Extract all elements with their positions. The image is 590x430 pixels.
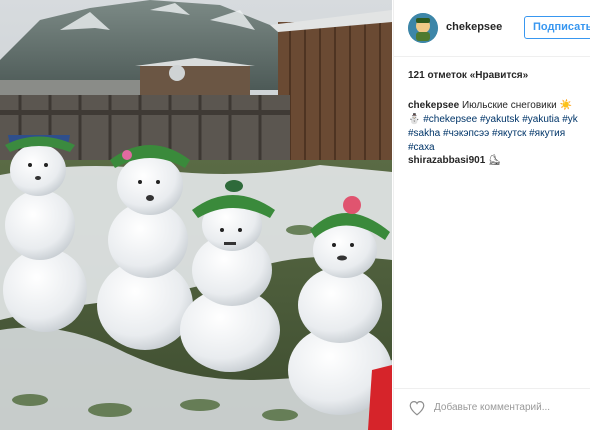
comment-footer bbox=[394, 388, 590, 430]
heart-outline-icon[interactable] bbox=[408, 399, 426, 417]
post-username[interactable]: chekepsee bbox=[446, 21, 502, 33]
likes-count[interactable]: 121 отметок «Нравится» bbox=[408, 70, 528, 81]
hashtag[interactable]: #якутия bbox=[529, 128, 565, 139]
hashtag[interactable]: #sakha bbox=[408, 128, 440, 139]
post-caption: chekepsee Июльские снеговики ☀️ ⛄ #cheke… bbox=[408, 99, 590, 155]
caption-username[interactable]: chekepsee bbox=[408, 100, 459, 111]
follow-button[interactable]: Подписаться bbox=[524, 16, 590, 39]
hashtag[interactable]: #yakutsk bbox=[480, 114, 519, 125]
hashtag[interactable]: #чэкэпсээ bbox=[443, 128, 489, 139]
hashtag[interactable]: #yakutia bbox=[522, 114, 559, 125]
post-photo[interactable] bbox=[0, 0, 392, 430]
post-sidebar: chekepsee Подписаться 121 отметок «Нрави… bbox=[393, 0, 590, 430]
snowman-emoji: ⛄ bbox=[408, 114, 421, 125]
comment-item: shirazabbasi901 ⛸ bbox=[408, 154, 590, 168]
profile-avatar[interactable] bbox=[408, 13, 438, 43]
skate-emoji: ⛸ bbox=[488, 155, 501, 166]
hashtag[interactable]: #якутск bbox=[492, 128, 526, 139]
avatar-icon bbox=[408, 13, 438, 43]
hashtag[interactable]: #chekepsee bbox=[423, 114, 477, 125]
snowmen-photo bbox=[0, 0, 392, 430]
post-header: chekepsee Подписаться bbox=[394, 0, 590, 57]
hashtag[interactable]: #yk bbox=[562, 114, 578, 125]
comment-input[interactable] bbox=[434, 402, 584, 413]
comment-username[interactable]: shirazabbasi901 bbox=[408, 155, 485, 166]
snowman-3 bbox=[180, 180, 280, 372]
hashtag[interactable]: #саха bbox=[408, 142, 435, 153]
caption-text: Июльские снеговики ☀️ bbox=[461, 100, 572, 111]
